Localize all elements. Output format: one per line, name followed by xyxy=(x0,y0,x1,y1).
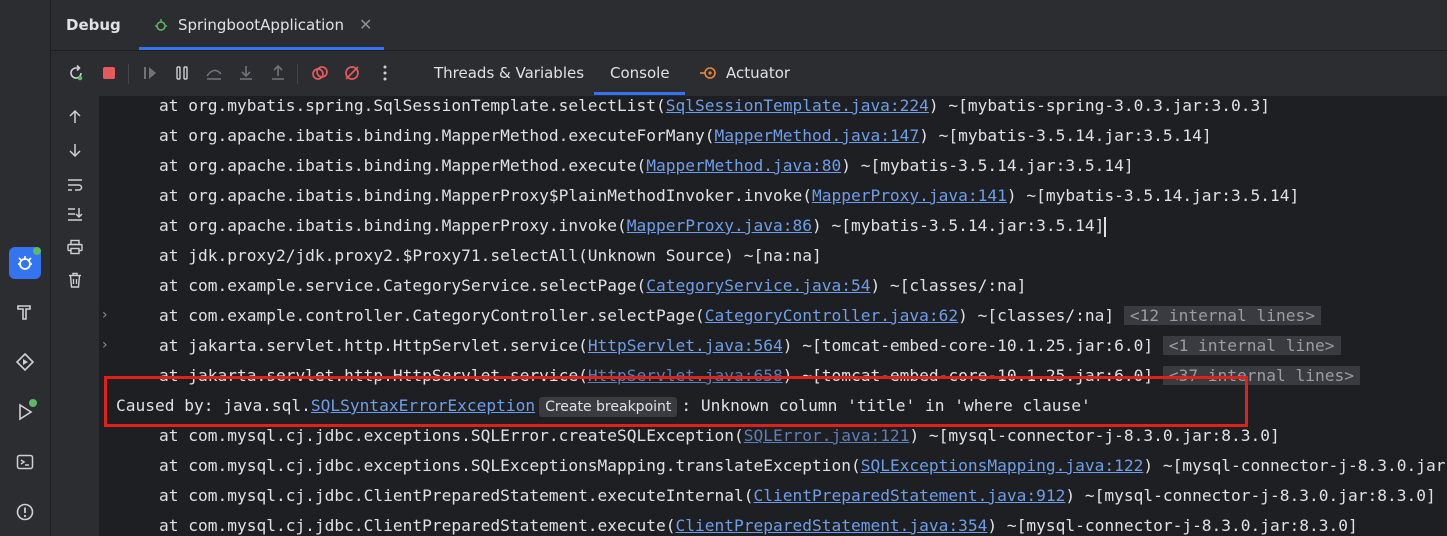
spring-bug-icon xyxy=(153,17,169,37)
stack-line: at org.apache.ibatis.binding.MapperProxy… xyxy=(159,186,1299,216)
stack-text: at org.mybatis.spring.SqlSessionTemplate… xyxy=(159,96,666,115)
source-link[interactable]: MapperMethod.java:80 xyxy=(646,156,841,175)
stack-line: at jdk.proxy2/jdk.proxy2.$Proxy71.select… xyxy=(159,246,822,276)
internal-lines-badge[interactable]: <12 internal lines> xyxy=(1123,306,1322,325)
stack-text: at com.mysql.cj.jdbc.ClientPreparedState… xyxy=(159,486,754,505)
stack-text: ) ~[mysql-connector-j-8.3.0.jar:8.3.0] xyxy=(1065,486,1436,505)
stack-text: ) ~[mybatis-3.5.14.jar:3.5.14] xyxy=(1006,186,1300,205)
stack-text: ) ~[mybatis-spring-3.0.3.jar:3.0.3] xyxy=(928,96,1271,115)
stack-text: ) ~[classes/:na] xyxy=(958,306,1115,325)
stack-text: ) ~[mysql-connector-j-8.3.0.jar:8.3.0] xyxy=(1143,456,1447,475)
source-link[interactable]: SqlSessionTemplate.java:224 xyxy=(666,96,929,115)
toolbar-separator xyxy=(128,64,129,84)
step-over-icon[interactable] xyxy=(203,62,225,84)
stack-text: at com.mysql.cj.jdbc.ClientPreparedState… xyxy=(159,516,676,535)
stack-line: at com.example.controller.CategoryContro… xyxy=(159,306,1322,336)
resume-icon[interactable] xyxy=(139,62,161,84)
stack-text: at org.apache.ibatis.binding.MapperProxy… xyxy=(159,216,627,235)
expand-chevron-icon[interactable]: › xyxy=(102,337,108,353)
debug-header: Debug SpringbootApplication ✕ xyxy=(51,0,1447,51)
actuator-icon xyxy=(699,65,717,85)
stack-text: ) ~[mysql-connector-j-8.3.0.jar:8.3.0] xyxy=(909,426,1280,445)
print-icon[interactable] xyxy=(64,236,86,258)
stack-text: ) ~[classes/:na] xyxy=(870,276,1027,295)
stack-text: ) ~[mybatis-3.5.14.jar:3.5.14] xyxy=(811,216,1105,235)
stack-line: at jakarta.servlet.http.HttpServlet.serv… xyxy=(159,336,1341,366)
stack-line: at org.apache.ibatis.binding.MapperMetho… xyxy=(159,126,1212,156)
terminal-icon[interactable] xyxy=(9,446,41,478)
step-into-icon[interactable] xyxy=(235,62,257,84)
debug-toolbar: Threads & Variables Console Actuator xyxy=(51,51,1447,96)
close-icon[interactable]: ✕ xyxy=(359,15,372,34)
stack-line: at com.mysql.cj.jdbc.ClientPreparedState… xyxy=(159,486,1436,516)
stack-line: at com.mysql.cj.jdbc.ClientPreparedState… xyxy=(159,516,1358,536)
build-hammer-icon[interactable] xyxy=(9,296,41,328)
rerun-icon[interactable] xyxy=(65,62,87,84)
arrow-up-icon[interactable] xyxy=(64,106,86,128)
source-link[interactable]: MapperMethod.java:147 xyxy=(715,126,920,145)
source-link[interactable]: MapperProxy.java:141 xyxy=(812,186,1007,205)
source-link[interactable]: CategoryService.java:54 xyxy=(646,276,870,295)
services-icon[interactable] xyxy=(9,346,41,378)
toolbar-separator xyxy=(297,64,298,84)
run-tab-label: SpringbootApplication xyxy=(178,16,344,34)
problems-icon[interactable] xyxy=(9,496,41,528)
text-cursor xyxy=(1104,216,1107,237)
stack-line: at org.apache.ibatis.binding.MapperMetho… xyxy=(159,156,1134,186)
trash-icon[interactable] xyxy=(64,269,86,291)
stack-text: ) ~[mybatis-3.5.14.jar:3.5.14] xyxy=(919,126,1212,145)
run-active-indicator xyxy=(29,399,37,407)
error-highlight-box xyxy=(104,376,1248,427)
expand-chevron-icon[interactable]: › xyxy=(102,307,108,323)
more-options-icon[interactable] xyxy=(374,62,396,84)
active-tab-underline xyxy=(139,47,384,50)
tab-actuator[interactable]: Actuator xyxy=(726,64,790,82)
stack-line: at com.example.service.CategoryService.s… xyxy=(159,276,1026,306)
stack-line: at org.mybatis.spring.SqlSessionTemplate… xyxy=(159,96,1270,126)
stop-icon[interactable] xyxy=(98,62,120,84)
tab-console[interactable]: Console xyxy=(610,64,670,82)
tool-window-strip xyxy=(0,0,51,536)
stack-line: at org.apache.ibatis.binding.MapperProxy… xyxy=(159,216,1107,246)
internal-lines-badge[interactable]: <1 internal line> xyxy=(1162,336,1341,355)
console-output[interactable]: at org.mybatis.spring.SqlSessionTemplate… xyxy=(100,96,1447,536)
soft-wrap-icon[interactable] xyxy=(64,173,86,195)
source-link[interactable]: SQLExceptionsMapping.java:122 xyxy=(861,456,1144,475)
arrow-down-icon[interactable] xyxy=(64,139,86,161)
stack-text: at jakarta.servlet.http.HttpServlet.serv… xyxy=(159,336,588,355)
pause-icon[interactable] xyxy=(171,62,193,84)
source-link[interactable]: SQLError.java:121 xyxy=(744,426,910,445)
source-link[interactable]: ClientPreparedStatement.java:912 xyxy=(754,486,1066,505)
view-breakpoints-icon[interactable] xyxy=(309,62,331,84)
step-out-icon[interactable] xyxy=(267,62,289,84)
console-tab-underline xyxy=(594,92,685,95)
debug-title: Debug xyxy=(66,16,121,34)
stack-line: at com.mysql.cj.jdbc.exceptions.SQLExcep… xyxy=(159,456,1447,486)
stack-text: at org.apache.ibatis.binding.MapperProxy… xyxy=(159,186,812,205)
source-link[interactable]: HttpServlet.java:564 xyxy=(588,336,783,355)
console-actions xyxy=(51,96,100,536)
source-link[interactable]: MapperProxy.java:86 xyxy=(627,216,812,235)
scroll-to-end-icon[interactable] xyxy=(64,203,86,225)
stack-text: at org.apache.ibatis.binding.MapperMetho… xyxy=(159,126,715,145)
stack-text: ) ~[mybatis-3.5.14.jar:3.5.14] xyxy=(841,156,1134,175)
tab-threads-variables[interactable]: Threads & Variables xyxy=(434,64,584,82)
mute-breakpoints-icon[interactable] xyxy=(341,62,363,84)
source-link[interactable]: ClientPreparedStatement.java:354 xyxy=(676,516,988,535)
source-link[interactable]: CategoryController.java:62 xyxy=(705,306,958,325)
stack-line: at com.mysql.cj.jdbc.exceptions.SQLError… xyxy=(159,426,1280,456)
stack-text: ) ~[mysql-connector-j-8.3.0.jar:8.3.0] xyxy=(987,516,1358,535)
stack-text: at org.apache.ibatis.binding.MapperMetho… xyxy=(159,156,647,175)
tab-springboot-application[interactable]: SpringbootApplication ✕ xyxy=(139,0,384,50)
debug-running-indicator xyxy=(33,247,41,255)
stack-text: at com.mysql.cj.jdbc.exceptions.SQLError… xyxy=(159,426,744,445)
stack-text: at com.example.service.CategoryService.s… xyxy=(159,276,647,295)
stack-text: at com.example.controller.CategoryContro… xyxy=(159,306,705,325)
stack-text: at com.mysql.cj.jdbc.exceptions.SQLExcep… xyxy=(159,456,861,475)
stack-text: ) ~[tomcat-embed-core-10.1.25.jar:6.0] xyxy=(782,336,1154,355)
stack-text: at jdk.proxy2/jdk.proxy2.$Proxy71.select… xyxy=(159,246,822,265)
